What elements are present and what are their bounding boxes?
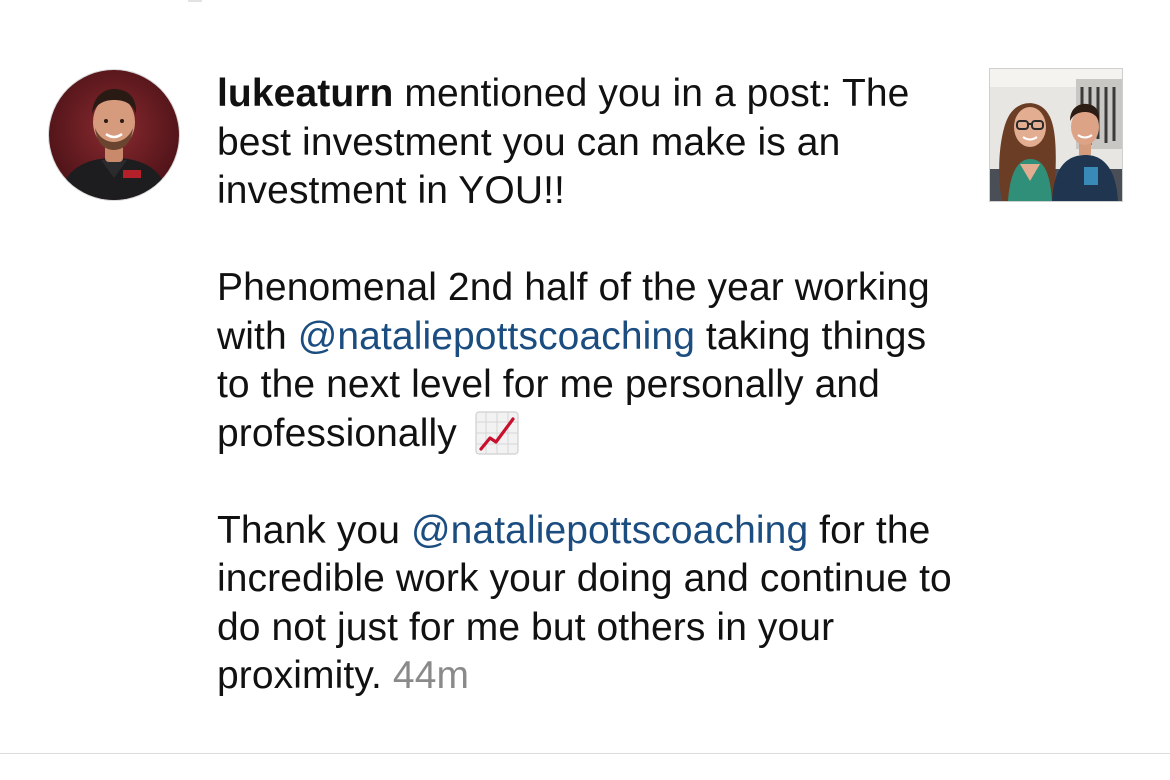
timestamp: 44m xyxy=(392,654,470,697)
profile-photo-icon xyxy=(49,70,179,200)
bottom-divider xyxy=(0,753,1170,754)
post-thumbnail[interactable] xyxy=(989,68,1123,202)
username-link[interactable]: lukeaturn xyxy=(217,72,393,115)
mention-link[interactable]: @nataliepottscoaching xyxy=(298,315,695,358)
notification-paragraph-1: lukeaturn mentioned you in a post: The b… xyxy=(217,70,957,216)
mention-link[interactable]: @nataliepottscoaching xyxy=(411,509,808,552)
post-thumbnail-icon xyxy=(990,69,1122,201)
chart-increasing-emoji-icon xyxy=(475,410,519,455)
notification-text: lukeaturn mentioned you in a post: The b… xyxy=(217,70,957,701)
notification-paragraph-2: Phenomenal 2nd half of the year working … xyxy=(217,264,957,458)
mention-notification[interactable]: lukeaturn mentioned you in a post: The b… xyxy=(0,0,1170,754)
action-text: mentioned you in a post: xyxy=(393,72,832,115)
notification-paragraph-3: Thank you @nataliepottscoaching for the … xyxy=(217,507,957,701)
caption-text: Thank you xyxy=(217,508,411,552)
user-avatar[interactable] xyxy=(49,70,179,200)
